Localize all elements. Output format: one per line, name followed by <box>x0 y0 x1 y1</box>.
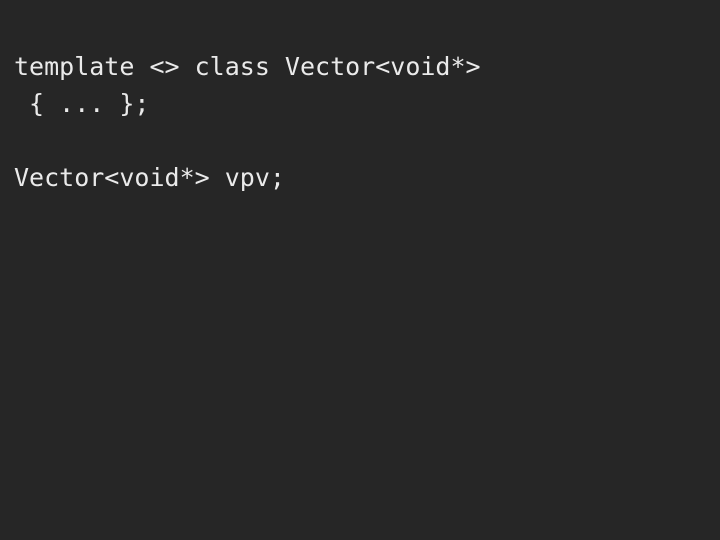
code-line-4: Vector<void*> vpv; <box>14 163 285 192</box>
code-line-2: { ... }; <box>14 89 150 118</box>
code-line-1: template <> class Vector<void*> <box>14 52 481 81</box>
code-line-blank-separator <box>14 122 720 159</box>
code-block-variable-declaration: Vector<void*> vpv; <box>14 159 720 196</box>
code-block-template-specialization: template <> class Vector<void*> { ... }; <box>14 48 720 122</box>
code-surface: template <> class Vector<void*> { ... };… <box>0 0 720 540</box>
